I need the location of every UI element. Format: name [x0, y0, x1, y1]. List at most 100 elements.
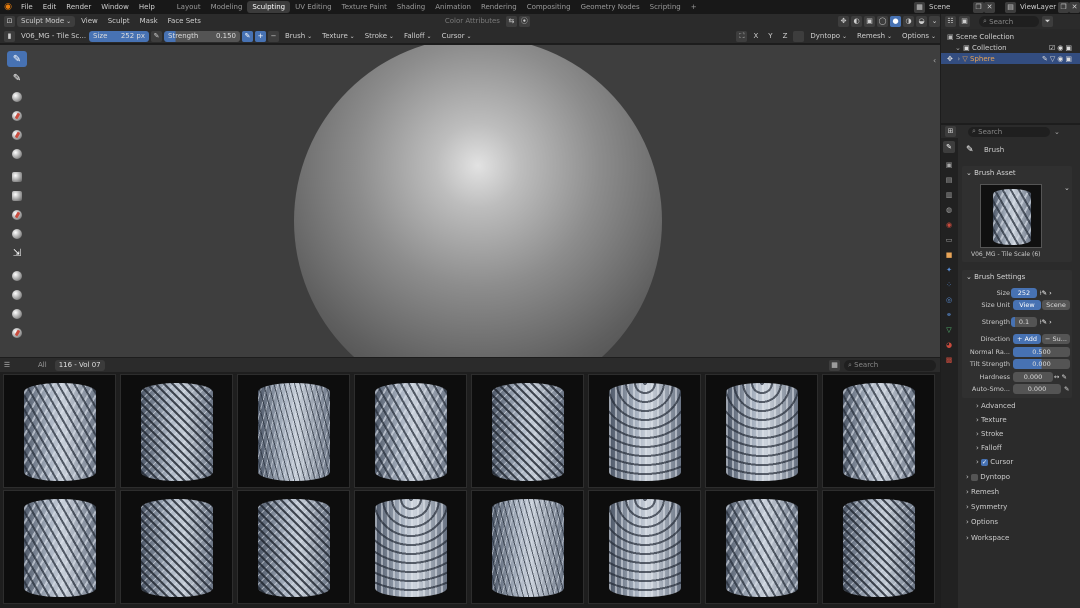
- tab-layout[interactable]: Layout: [172, 1, 206, 13]
- particles-tab-icon[interactable]: ⁘: [943, 279, 955, 291]
- editor-type-icon[interactable]: ⊡: [4, 16, 15, 27]
- asset-thumbnail[interactable]: [822, 374, 935, 488]
- constraints-tab-icon[interactable]: ⚭: [943, 309, 955, 321]
- outliner-editor-icon[interactable]: ☷: [945, 16, 956, 27]
- asset-thumbnail[interactable]: [705, 374, 818, 488]
- new-scene-icon[interactable]: ❐: [973, 1, 984, 13]
- scene-name[interactable]: Scene: [925, 2, 973, 13]
- tab-sculpting[interactable]: Sculpting: [247, 1, 291, 13]
- strength-field[interactable]: 0.1: [1011, 317, 1037, 327]
- box-mask-tool[interactable]: [7, 188, 27, 204]
- asset-thumbnail[interactable]: [822, 490, 935, 604]
- panel-options[interactable]: › Options: [966, 518, 998, 526]
- asset-thumbnail[interactable]: [237, 374, 350, 488]
- wireframe-shading-icon[interactable]: ◯: [877, 16, 888, 27]
- subpanel-advanced[interactable]: › Advanced: [976, 402, 1016, 410]
- options-menu[interactable]: Options: [898, 31, 940, 42]
- symmetry-lock-icon[interactable]: ⛶: [736, 30, 748, 42]
- asset-thumbnail[interactable]: [588, 374, 701, 488]
- auto-smooth-pressure-icon[interactable]: ✎: [1064, 385, 1069, 393]
- mesh-filter-tool[interactable]: ⇲: [7, 245, 27, 261]
- dyntopo-checkbox[interactable]: [971, 473, 979, 481]
- paint-brush-tool[interactable]: ✎: [7, 70, 27, 86]
- display-filter-icon[interactable]: ▣: [959, 16, 970, 27]
- tab-rendering[interactable]: Rendering: [476, 1, 522, 13]
- display-mode-icon[interactable]: ▦: [829, 359, 840, 371]
- stroke-menu[interactable]: Stroke: [361, 31, 398, 42]
- viewlayer-name[interactable]: ViewLayer: [1016, 2, 1058, 13]
- size-unit-view[interactable]: View: [1013, 300, 1041, 310]
- transform-tool[interactable]: [7, 226, 27, 242]
- strength-field[interactable]: Strength 0.150: [164, 30, 240, 42]
- strength-pressure-icon[interactable]: ⍿✎ ›: [1040, 318, 1052, 327]
- world-tab-icon[interactable]: ◉: [943, 219, 955, 231]
- collection-visibility-icons[interactable]: ☑◉▣: [1049, 44, 1074, 52]
- tab-uv-editing[interactable]: UV Editing: [290, 1, 337, 13]
- axis-y[interactable]: Y: [764, 31, 776, 42]
- boundary-tool[interactable]: [7, 306, 27, 322]
- cursor-checkbox[interactable]: ✓: [981, 458, 989, 466]
- 3d-viewport[interactable]: ✎ ✎ ⇲: [0, 45, 940, 357]
- collection-tab-icon[interactable]: ▭: [943, 234, 955, 246]
- tool-tab-icon[interactable]: ✎: [943, 141, 955, 153]
- tree-row-collection[interactable]: ⌄ ▣ Collection ☑◉▣: [941, 42, 1080, 53]
- asset-thumbnail[interactable]: [471, 374, 584, 488]
- blender-logo-icon[interactable]: ◉: [0, 2, 16, 12]
- scene-tab-icon[interactable]: ◍: [943, 204, 955, 216]
- panel-remesh[interactable]: › Remesh: [966, 488, 999, 496]
- menu-face-sets[interactable]: Face Sets: [164, 16, 205, 27]
- outliner-search-field[interactable]: ⌕ Search: [979, 16, 1039, 27]
- mask-tool[interactable]: [7, 169, 27, 185]
- size-field[interactable]: 252: [1011, 288, 1037, 298]
- overlay-icon[interactable]: ◐: [851, 16, 862, 27]
- cloth-tool[interactable]: [7, 268, 27, 284]
- subpanel-cursor[interactable]: › ✓ Cursor: [976, 458, 1013, 466]
- tab-scripting[interactable]: Scripting: [645, 1, 686, 13]
- brush-menu[interactable]: Brush: [281, 31, 316, 42]
- add-workspace-icon[interactable]: +: [686, 1, 702, 13]
- asset-thumbnail[interactable]: [471, 490, 584, 604]
- direction-subtract-button[interactable]: − Su...: [1042, 334, 1070, 344]
- tilt-strength-field[interactable]: 0.000: [1013, 359, 1070, 369]
- asset-thumbnail[interactable]: [3, 490, 116, 604]
- texture-tab-icon[interactable]: ▩: [943, 354, 955, 366]
- view-layer-tab-icon[interactable]: ▥: [943, 189, 955, 201]
- pressure-strength-icon[interactable]: ✎: [242, 30, 253, 42]
- draw-brush-tool[interactable]: ✎: [7, 51, 27, 67]
- properties-options-icon[interactable]: ⌄: [1054, 128, 1060, 136]
- color-attributes-label[interactable]: Color Attributes: [441, 16, 504, 27]
- dyntopo-checkbox[interactable]: [793, 30, 805, 42]
- brush-name[interactable]: V06_MG - Tile Sc...: [17, 31, 87, 42]
- size-pressure-icon[interactable]: ⍿✎ ›: [1040, 289, 1052, 298]
- tab-geometry-nodes[interactable]: Geometry Nodes: [576, 1, 645, 13]
- properties-editor-icon[interactable]: ⊞: [945, 126, 956, 137]
- sphere-mesh[interactable]: [294, 45, 662, 357]
- tree-row-scene-collection[interactable]: ▣ Scene Collection: [941, 31, 1080, 42]
- normal-radius-field[interactable]: 0.500: [1013, 347, 1070, 357]
- data-tab-icon[interactable]: ▽: [943, 324, 955, 336]
- grab-tool[interactable]: [7, 146, 27, 162]
- asset-thumbnail[interactable]: [237, 490, 350, 604]
- panel-symmetry[interactable]: › Symmetry: [966, 503, 1007, 511]
- menu-window[interactable]: Window: [96, 3, 134, 11]
- menu-view[interactable]: View: [77, 16, 102, 27]
- scene-icon[interactable]: ▦: [914, 1, 925, 13]
- snap-icon[interactable]: ⦿: [518, 16, 530, 27]
- tab-texture-paint[interactable]: Texture Paint: [337, 1, 392, 13]
- axis-z[interactable]: Z: [779, 31, 792, 42]
- falloff-menu[interactable]: Falloff: [400, 31, 436, 42]
- brush-asset-preview[interactable]: [980, 184, 1042, 248]
- annotate-tool[interactable]: [7, 325, 27, 341]
- subpanel-texture[interactable]: › Texture: [976, 416, 1007, 424]
- subpanel-stroke[interactable]: › Stroke: [976, 430, 1003, 438]
- pin-icon[interactable]: ✥: [947, 55, 953, 63]
- hardness-field[interactable]: 0.000: [1013, 372, 1053, 382]
- tree-row-sphere[interactable]: ✥ › ▽ Sphere ✎▽◉▣: [941, 53, 1080, 64]
- pose-tool[interactable]: [7, 287, 27, 303]
- auto-smooth-field[interactable]: 0.000: [1013, 384, 1061, 394]
- delete-viewlayer-icon[interactable]: ✕: [1069, 1, 1080, 13]
- clay-tool[interactable]: [7, 127, 27, 143]
- asset-thumbnail[interactable]: [705, 490, 818, 604]
- hardness-invert-icon[interactable]: ↔ ✎: [1054, 373, 1067, 381]
- render-tab-icon[interactable]: ▣: [943, 159, 955, 171]
